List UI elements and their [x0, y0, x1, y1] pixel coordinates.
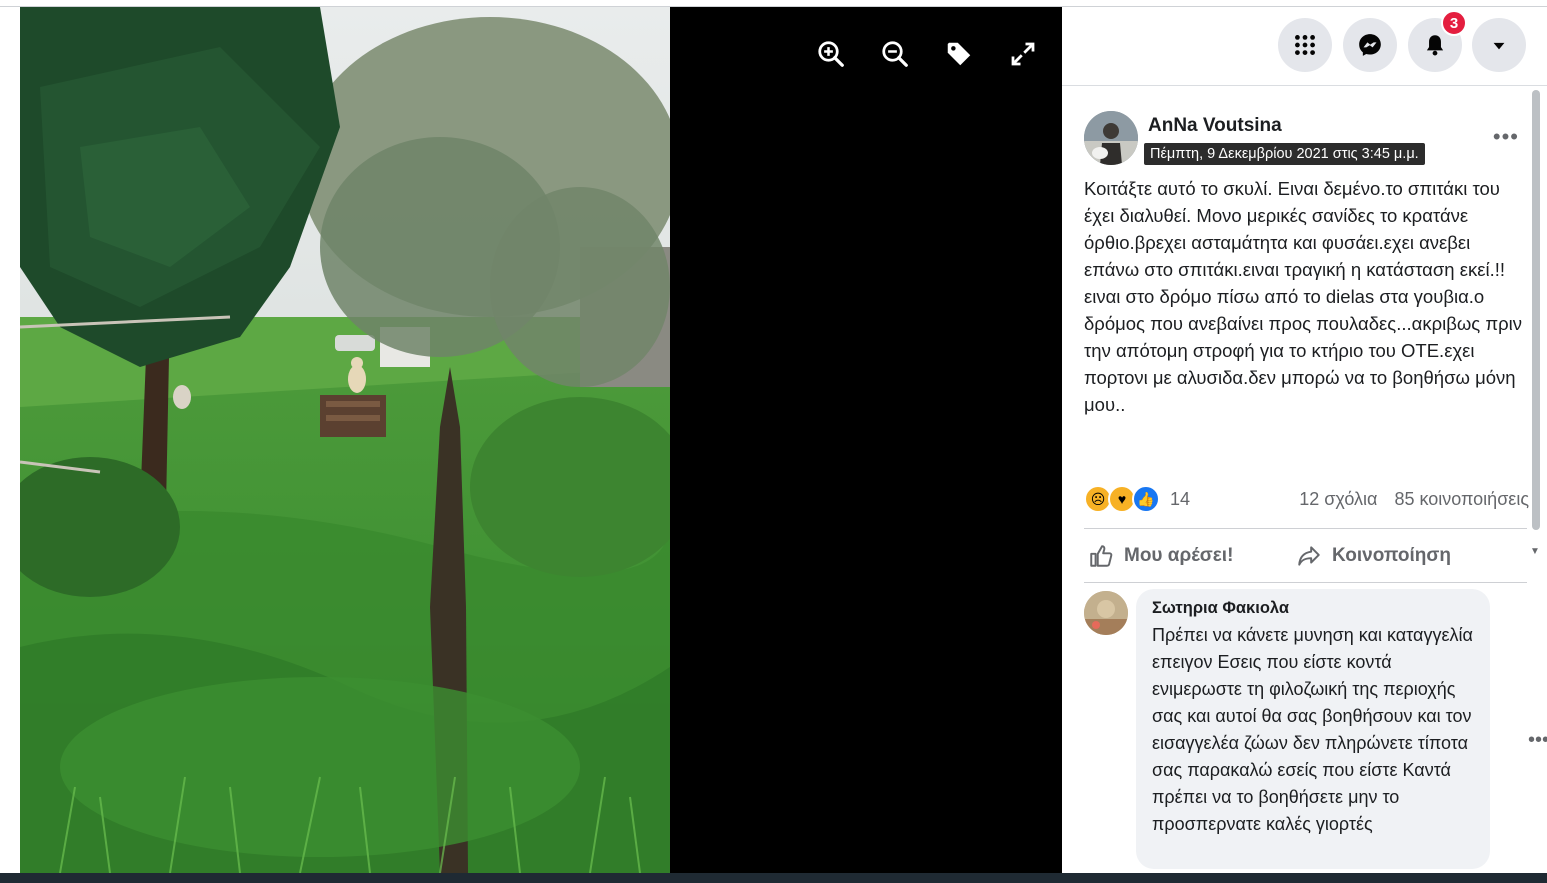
like-button[interactable]: Μου αρέσει! [1088, 543, 1233, 569]
post-actions: Μου αρέσει! Κοινοποίηση [1084, 537, 1527, 585]
like-label: Μου αρέσει! [1124, 545, 1234, 566]
zoom-out-icon [882, 41, 908, 67]
shares-count[interactable]: 85 κοινοποιήσεις [1394, 489, 1529, 509]
tag-icon [947, 42, 971, 66]
caret-down-icon [1493, 42, 1505, 50]
panel-scrollbar[interactable]: ▼ [1530, 90, 1542, 870]
share-button[interactable]: Κοινοποίηση [1296, 543, 1451, 569]
top-nav: 3 [1062, 7, 1547, 86]
divider-top [1084, 528, 1527, 529]
like-reaction-icon: 👍 [1132, 485, 1160, 513]
post-timestamp-tooltip: Πέμπτη, 9 Δεκεμβρίου 2021 στις 3:45 μ.μ. [1144, 143, 1425, 165]
share-arrow-icon [1298, 546, 1320, 566]
reaction-summary: ☹ ♥ 👍 14 12 σχόλια 85 κοινοποιήσεις [1084, 485, 1529, 517]
post-photo[interactable] [20, 7, 670, 873]
author-avatar[interactable] [1084, 111, 1138, 165]
author-name[interactable]: AnNa Voutsina [1148, 115, 1282, 137]
post-text: Κοιτάξτε αυτό το σκυλί. Ειναι δεμένο.το … [1084, 178, 1523, 415]
bell-icon [1426, 35, 1444, 56]
reaction-icons[interactable]: ☹ ♥ 👍 [1084, 485, 1160, 513]
messenger-button[interactable] [1343, 18, 1397, 72]
commenter-avatar-image [1084, 591, 1128, 635]
zoom-in-icon [818, 41, 844, 67]
menu-button[interactable] [1278, 18, 1332, 72]
photo-viewer [20, 7, 1062, 873]
fullscreen-icon [1011, 42, 1035, 66]
post-options-button[interactable]: ••• [1493, 124, 1519, 150]
grid-menu-icon [1295, 35, 1315, 55]
avatar-image [1084, 111, 1138, 165]
comments-count[interactable]: 12 σχόλια [1299, 489, 1377, 509]
zoom-out-button[interactable] [878, 37, 912, 71]
messenger-icon [1359, 34, 1381, 56]
reaction-count[interactable]: 14 [1170, 489, 1190, 510]
post-panel: 3 AnNa Voutsina Πέμπτη, 9 Δεκεμβρίου 202… [1062, 7, 1547, 873]
tag-button[interactable] [942, 37, 976, 71]
thumbs-up-icon [1090, 545, 1113, 567]
commenter-avatar[interactable] [1084, 591, 1128, 635]
taskbar [0, 873, 1547, 883]
engagement-counts: 12 σχόλια 85 κοινοποιήσεις [1287, 489, 1529, 510]
account-button[interactable] [1472, 18, 1526, 72]
zoom-in-button[interactable] [814, 37, 848, 71]
notifications-button[interactable]: 3 [1408, 10, 1467, 72]
commenter-name[interactable]: Σωτηρια Φακιολα [1152, 599, 1474, 618]
left-margin [0, 7, 20, 873]
scroll-down-arrow[interactable]: ▼ [1530, 546, 1540, 557]
browser-top-edge [0, 0, 1547, 7]
photo-illustration [20, 7, 670, 873]
comment-text: Πρέπει να κάνετε μυνηση και καταγγελία ε… [1152, 625, 1473, 834]
scrollbar-thumb[interactable] [1532, 90, 1540, 530]
fullscreen-button[interactable] [1006, 37, 1040, 71]
share-label: Κοινοποίηση [1332, 545, 1451, 566]
viewer-toolbar [814, 37, 1040, 71]
notification-badge: 3 [1441, 10, 1467, 36]
divider-bottom [1084, 582, 1527, 583]
comment-bubble: Σωτηρια Φακιολα Πρέπει να κάνετε μυνηση … [1136, 589, 1490, 869]
